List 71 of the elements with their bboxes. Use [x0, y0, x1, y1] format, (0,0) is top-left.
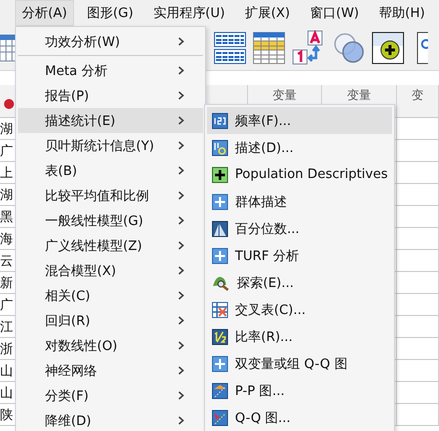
plus-icon	[212, 248, 228, 264]
table-cell	[397, 360, 439, 382]
table-cell	[397, 162, 439, 184]
chevron-icon	[178, 116, 184, 125]
chevron-icon	[178, 341, 184, 350]
plus-icon	[212, 356, 228, 372]
add-icon[interactable]	[372, 32, 404, 64]
menu-item[interactable]: TURF 分析	[207, 242, 392, 269]
search-icon[interactable]	[417, 32, 428, 64]
descriptives-icon	[212, 140, 228, 156]
menu-bar-item[interactable]: 图形(G)	[80, 0, 140, 26]
menu-item[interactable]: 描述统计(E)	[18, 108, 203, 133]
table-cell	[397, 382, 439, 404]
chevron-icon	[178, 191, 184, 200]
chevron-icon	[178, 141, 184, 150]
menu-bar-item[interactable]: 帮助(H)	[372, 0, 432, 26]
menu-item[interactable]: 群体描述	[207, 188, 392, 215]
table-icon[interactable]	[0, 33, 16, 63]
menu-item[interactable]: 描述(D)...	[207, 134, 392, 161]
table-cell	[397, 316, 439, 338]
table-cell	[397, 404, 439, 426]
menu-bar-item[interactable]: 分析(A)	[15, 0, 74, 26]
table-cell	[397, 250, 439, 272]
table-cell	[397, 228, 439, 250]
menu-bar-item[interactable]: 实用程序(U)	[146, 0, 232, 26]
chevron-icon	[178, 166, 184, 175]
table-cell	[397, 338, 439, 360]
ratio-icon	[212, 328, 228, 344]
menu-item[interactable]: 双变量或组 Q-Q 图	[207, 350, 392, 377]
menu-item[interactable]: 百分位数...	[207, 215, 392, 242]
chevron-icon	[178, 366, 184, 375]
menu-item[interactable]: Q-Q 图...	[207, 404, 392, 431]
menu-item[interactable]: 频率(F)...	[207, 107, 392, 134]
menu-bar-item[interactable]: 扩展(X)	[238, 0, 297, 26]
table-cell	[397, 118, 439, 140]
chevron-icon	[178, 266, 184, 275]
table-cell	[397, 140, 439, 162]
chevron-icon	[178, 291, 184, 300]
menu-item[interactable]: 交叉表(C)...	[207, 296, 392, 323]
plot-icon	[212, 382, 228, 398]
chevron-icon	[178, 416, 184, 425]
chevron-icon	[178, 66, 184, 75]
column-header[interactable]: 变	[397, 85, 439, 118]
table-cell	[397, 184, 439, 206]
magnifier-icon	[212, 274, 230, 290]
crosstab-icon	[212, 302, 228, 318]
menu-bar-item[interactable]: 窗口(W)	[303, 0, 366, 26]
venn-icon[interactable]	[333, 32, 365, 64]
table-cell	[397, 206, 439, 228]
variable-icon	[4, 99, 14, 109]
chevron-icon	[178, 316, 184, 325]
menu-item[interactable]: Meta 分析	[18, 58, 203, 83]
plus-icon	[212, 194, 228, 210]
table-icon[interactable]	[253, 32, 285, 64]
table-icon[interactable]	[214, 32, 246, 64]
menu-item[interactable]: P-P 图...	[207, 377, 392, 404]
chevron-icon	[178, 216, 184, 225]
table-cell	[397, 272, 439, 294]
chevron-icon	[178, 241, 184, 250]
chevron-icon	[178, 391, 184, 400]
chevron-icon	[178, 91, 184, 100]
table-cell	[397, 294, 439, 316]
percentile-icon	[212, 220, 228, 236]
plus-icon	[212, 166, 228, 182]
chevron-icon	[178, 37, 184, 46]
menu-item[interactable]: 比率(R)...	[207, 323, 392, 350]
frequency-icon	[212, 112, 228, 128]
menu-item[interactable]: 探索(E)...	[207, 269, 392, 296]
plot-icon	[212, 410, 228, 426]
menu-item[interactable]: 报告(P)	[18, 83, 203, 108]
menu-item[interactable]: Population Descriptives	[207, 161, 392, 188]
